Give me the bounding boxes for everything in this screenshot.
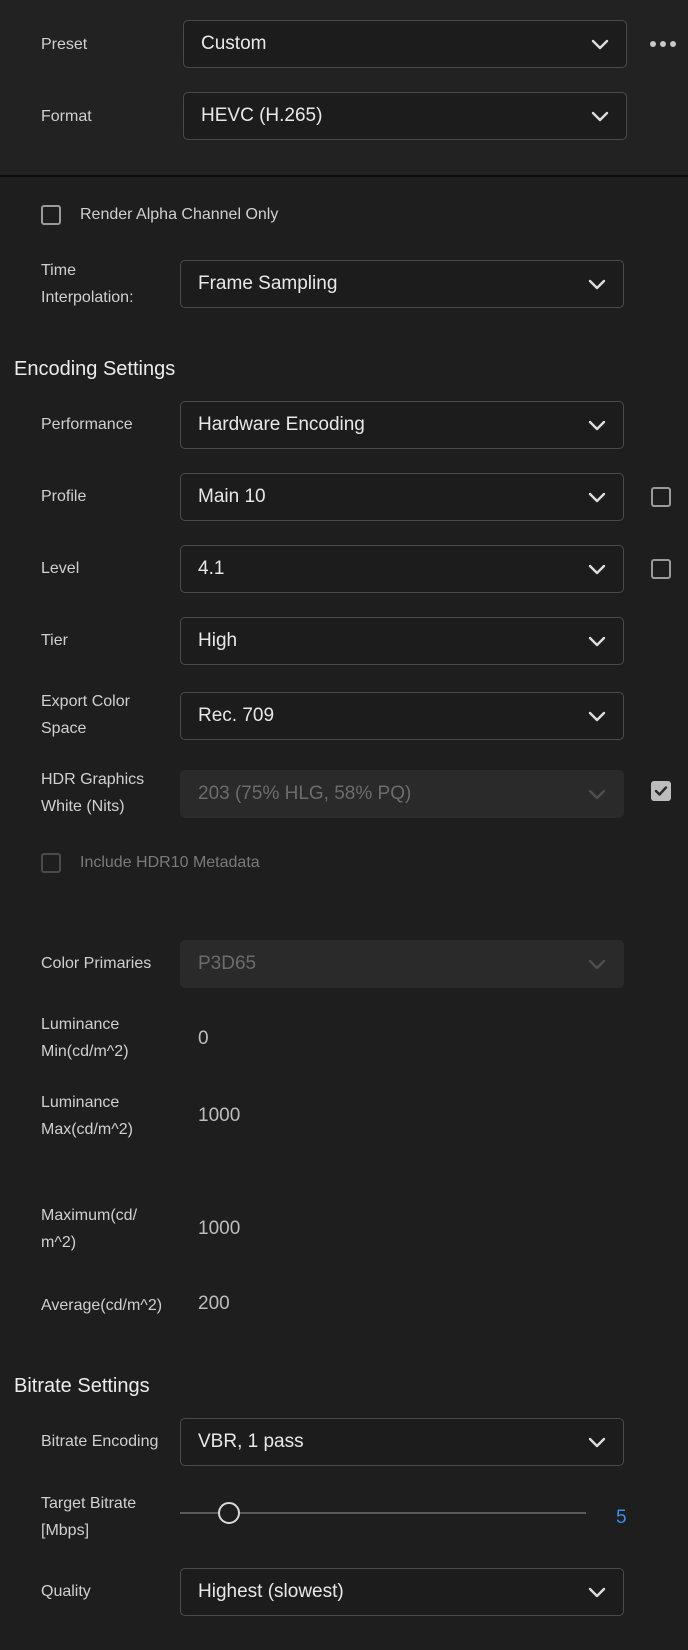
chevron-down-icon	[588, 636, 606, 647]
section-divider	[0, 175, 688, 177]
luminance-min-label: Luminance Min(cd/m^2)	[41, 1011, 129, 1065]
hdr-graphics-white-label: HDR Graphics White (Nits)	[41, 766, 144, 820]
performance-value: Hardware Encoding	[198, 414, 365, 435]
color-primaries-label: Color Primaries	[41, 955, 152, 972]
chevron-down-icon	[588, 959, 606, 970]
render-alpha-label: Render Alpha Channel Only	[80, 206, 279, 223]
target-bitrate-label-line1: Target Bitrate	[41, 1495, 137, 1512]
maximum-value[interactable]: 1000	[198, 1218, 240, 1240]
level-checkbox[interactable]	[651, 559, 671, 579]
performance-label: Performance	[41, 416, 133, 433]
profile-checkbox[interactable]	[651, 487, 671, 507]
export-color-space-label: Export Color Space	[41, 688, 130, 742]
luminance-max-label-line2: Max(cd/m^2)	[41, 1121, 133, 1138]
export-color-space-label-line2: Space	[41, 720, 87, 737]
preset-value: Custom	[201, 33, 267, 54]
include-hdr10-label: Include HDR10 Metadata	[80, 854, 260, 871]
target-bitrate-value[interactable]: 5	[616, 1507, 627, 1529]
bitrate-encoding-label: Bitrate Encoding	[41, 1433, 159, 1450]
hdr-graphics-white-checkbox[interactable]	[651, 781, 671, 801]
time-interpolation-value: Frame Sampling	[198, 273, 338, 294]
performance-dropdown[interactable]: Hardware Encoding	[180, 401, 624, 449]
format-value: HEVC (H.265)	[201, 105, 323, 126]
hdr-graphics-white-label-line1: HDR Graphics	[41, 771, 145, 788]
chevron-down-icon	[591, 111, 609, 122]
encoding-settings-title: Encoding Settings	[14, 358, 176, 380]
export-color-space-label-line1: Export Color	[41, 693, 130, 710]
profile-value: Main 10	[198, 486, 266, 507]
time-interpolation-dropdown[interactable]: Frame Sampling	[180, 260, 624, 308]
chevron-down-icon	[588, 420, 606, 431]
checkmark-icon	[654, 786, 668, 796]
format-dropdown[interactable]: HEVC (H.265)	[183, 92, 627, 140]
luminance-min-value[interactable]: 0	[198, 1028, 209, 1050]
target-bitrate-label: Target Bitrate [Mbps]	[41, 1490, 136, 1544]
profile-label: Profile	[41, 488, 87, 505]
chevron-down-icon	[588, 564, 606, 575]
chevron-down-icon	[588, 492, 606, 503]
luminance-min-label-line1: Luminance	[41, 1016, 120, 1033]
tier-label: Tier	[41, 632, 68, 649]
average-label: Average(cd/m^2)	[41, 1297, 163, 1314]
level-value: 4.1	[198, 558, 225, 579]
chevron-down-icon	[591, 39, 609, 50]
maximum-label-line2: m^2)	[41, 1234, 77, 1251]
bitrate-encoding-value: VBR, 1 pass	[198, 1431, 304, 1452]
luminance-max-label-line1: Luminance	[41, 1094, 120, 1111]
profile-dropdown[interactable]: Main 10	[180, 473, 624, 521]
target-bitrate-slider[interactable]	[180, 1502, 586, 1524]
tier-value: High	[198, 630, 238, 651]
luminance-max-label: Luminance Max(cd/m^2)	[41, 1089, 133, 1143]
chevron-down-icon	[588, 279, 606, 290]
preset-dropdown[interactable]: Custom	[183, 20, 627, 68]
render-alpha-checkbox[interactable]	[41, 205, 61, 225]
luminance-max-value[interactable]: 1000	[198, 1105, 240, 1127]
hdr-graphics-white-label-line2: White (Nits)	[41, 798, 125, 815]
average-value[interactable]: 200	[198, 1293, 230, 1315]
slider-track	[180, 1512, 586, 1514]
maximum-label-line1: Maximum(cd/	[41, 1207, 138, 1224]
bitrate-settings-title: Bitrate Settings	[14, 1375, 150, 1397]
preset-label: Preset	[41, 36, 88, 53]
export-color-space-dropdown[interactable]: Rec. 709	[180, 692, 624, 740]
tier-dropdown[interactable]: High	[180, 617, 624, 665]
level-label: Level	[41, 560, 80, 577]
format-label: Format	[41, 108, 92, 125]
quality-dropdown[interactable]: Highest (slowest)	[180, 1568, 624, 1616]
level-dropdown[interactable]: 4.1	[180, 545, 624, 593]
maximum-label: Maximum(cd/ m^2)	[41, 1202, 137, 1256]
color-primaries-value: P3D65	[198, 953, 257, 974]
hdr-graphics-white-value: 203 (75% HLG, 58% PQ)	[198, 783, 412, 804]
chevron-down-icon	[588, 711, 606, 722]
chevron-down-icon	[588, 1437, 606, 1448]
time-interpolation-label-line2: Interpolation:	[41, 289, 134, 306]
color-primaries-dropdown: P3D65	[180, 940, 624, 988]
export-color-space-value: Rec. 709	[198, 705, 275, 726]
quality-value: Highest (slowest)	[198, 1581, 344, 1602]
include-hdr10-checkbox	[41, 853, 61, 873]
hdr-graphics-white-dropdown: 203 (75% HLG, 58% PQ)	[180, 770, 624, 818]
target-bitrate-label-line2: [Mbps]	[41, 1522, 90, 1539]
luminance-min-label-line2: Min(cd/m^2)	[41, 1043, 129, 1060]
time-interpolation-label-line1: Time	[41, 262, 76, 279]
slider-thumb[interactable]	[218, 1502, 241, 1524]
time-interpolation-label: Time Interpolation:	[41, 257, 134, 311]
chevron-down-icon	[588, 789, 606, 800]
more-horizontal-icon[interactable]	[649, 38, 677, 50]
chevron-down-icon	[588, 1587, 606, 1598]
bitrate-encoding-dropdown[interactable]: VBR, 1 pass	[180, 1418, 624, 1466]
quality-label: Quality	[41, 1583, 91, 1600]
